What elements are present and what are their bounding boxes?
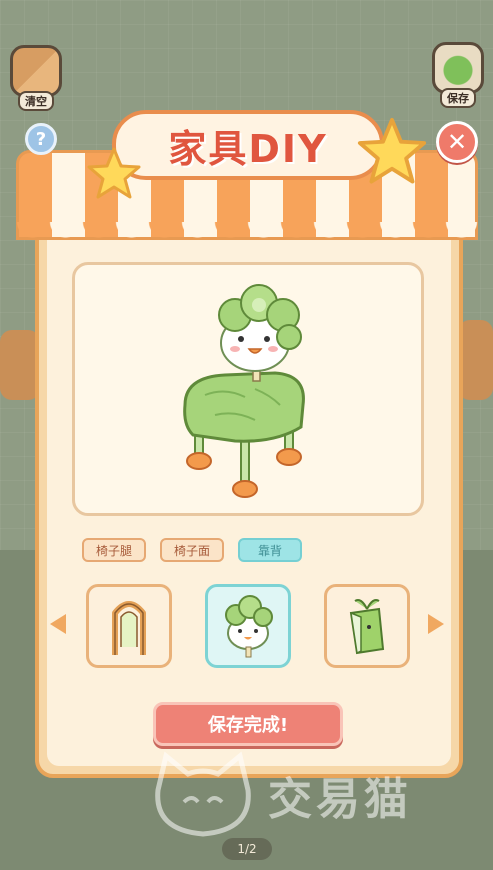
leaf-backrest-icon <box>349 599 385 655</box>
save-top-button[interactable]: 保存 <box>432 42 484 108</box>
cat-logo-icon <box>155 751 251 837</box>
part-option[interactable] <box>324 584 410 668</box>
part-option[interactable] <box>86 584 172 668</box>
question-icon: ? <box>35 128 47 150</box>
tab-label: 椅子腿 <box>95 543 132 558</box>
tab-chair-seat[interactable]: 椅子面 <box>160 538 224 562</box>
clear-label: 清空 <box>18 91 54 111</box>
cabbage-chair-illustration <box>183 284 305 498</box>
tab-label: 椅子面 <box>173 543 210 558</box>
arch-backrest-icon <box>112 601 146 655</box>
page-indicator-text: 1/2 <box>237 842 257 856</box>
part-option-selected[interactable] <box>205 584 291 668</box>
tab-chair-legs[interactable]: 椅子腿 <box>82 538 146 562</box>
page-indicator: 1/2 <box>222 838 272 860</box>
page-title: 家具DIY <box>168 126 328 171</box>
cabbage-duck-backrest-icon <box>225 595 273 658</box>
save-done-label: 保存完成! <box>207 715 289 736</box>
save-done-button[interactable]: 保存完成! <box>153 702 343 746</box>
star-icon <box>357 117 427 184</box>
title-plaque: 家具DIY <box>112 110 384 180</box>
scroll-left-arrow[interactable] <box>50 614 66 634</box>
help-button[interactable]: ? <box>25 123 57 155</box>
tab-label: 靠背 <box>257 543 282 558</box>
close-icon: ✕ <box>446 128 468 156</box>
clear-button[interactable]: 清空 <box>10 45 62 111</box>
awning-scallop <box>16 222 478 248</box>
star-icon <box>87 147 141 199</box>
save-top-label: 保存 <box>440 88 476 108</box>
duck-save-icon <box>432 42 484 94</box>
furniture-preview <box>72 262 424 516</box>
background-shelf <box>458 320 493 400</box>
close-button[interactable]: ✕ <box>436 121 478 163</box>
tab-backrest[interactable]: 靠背 <box>238 538 302 562</box>
watermark: 交易猫 <box>148 750 412 840</box>
watermark-text: 交易猫 <box>268 774 412 825</box>
scroll-right-arrow[interactable] <box>428 614 444 634</box>
background-shelf <box>0 330 40 400</box>
box-icon <box>10 45 62 97</box>
